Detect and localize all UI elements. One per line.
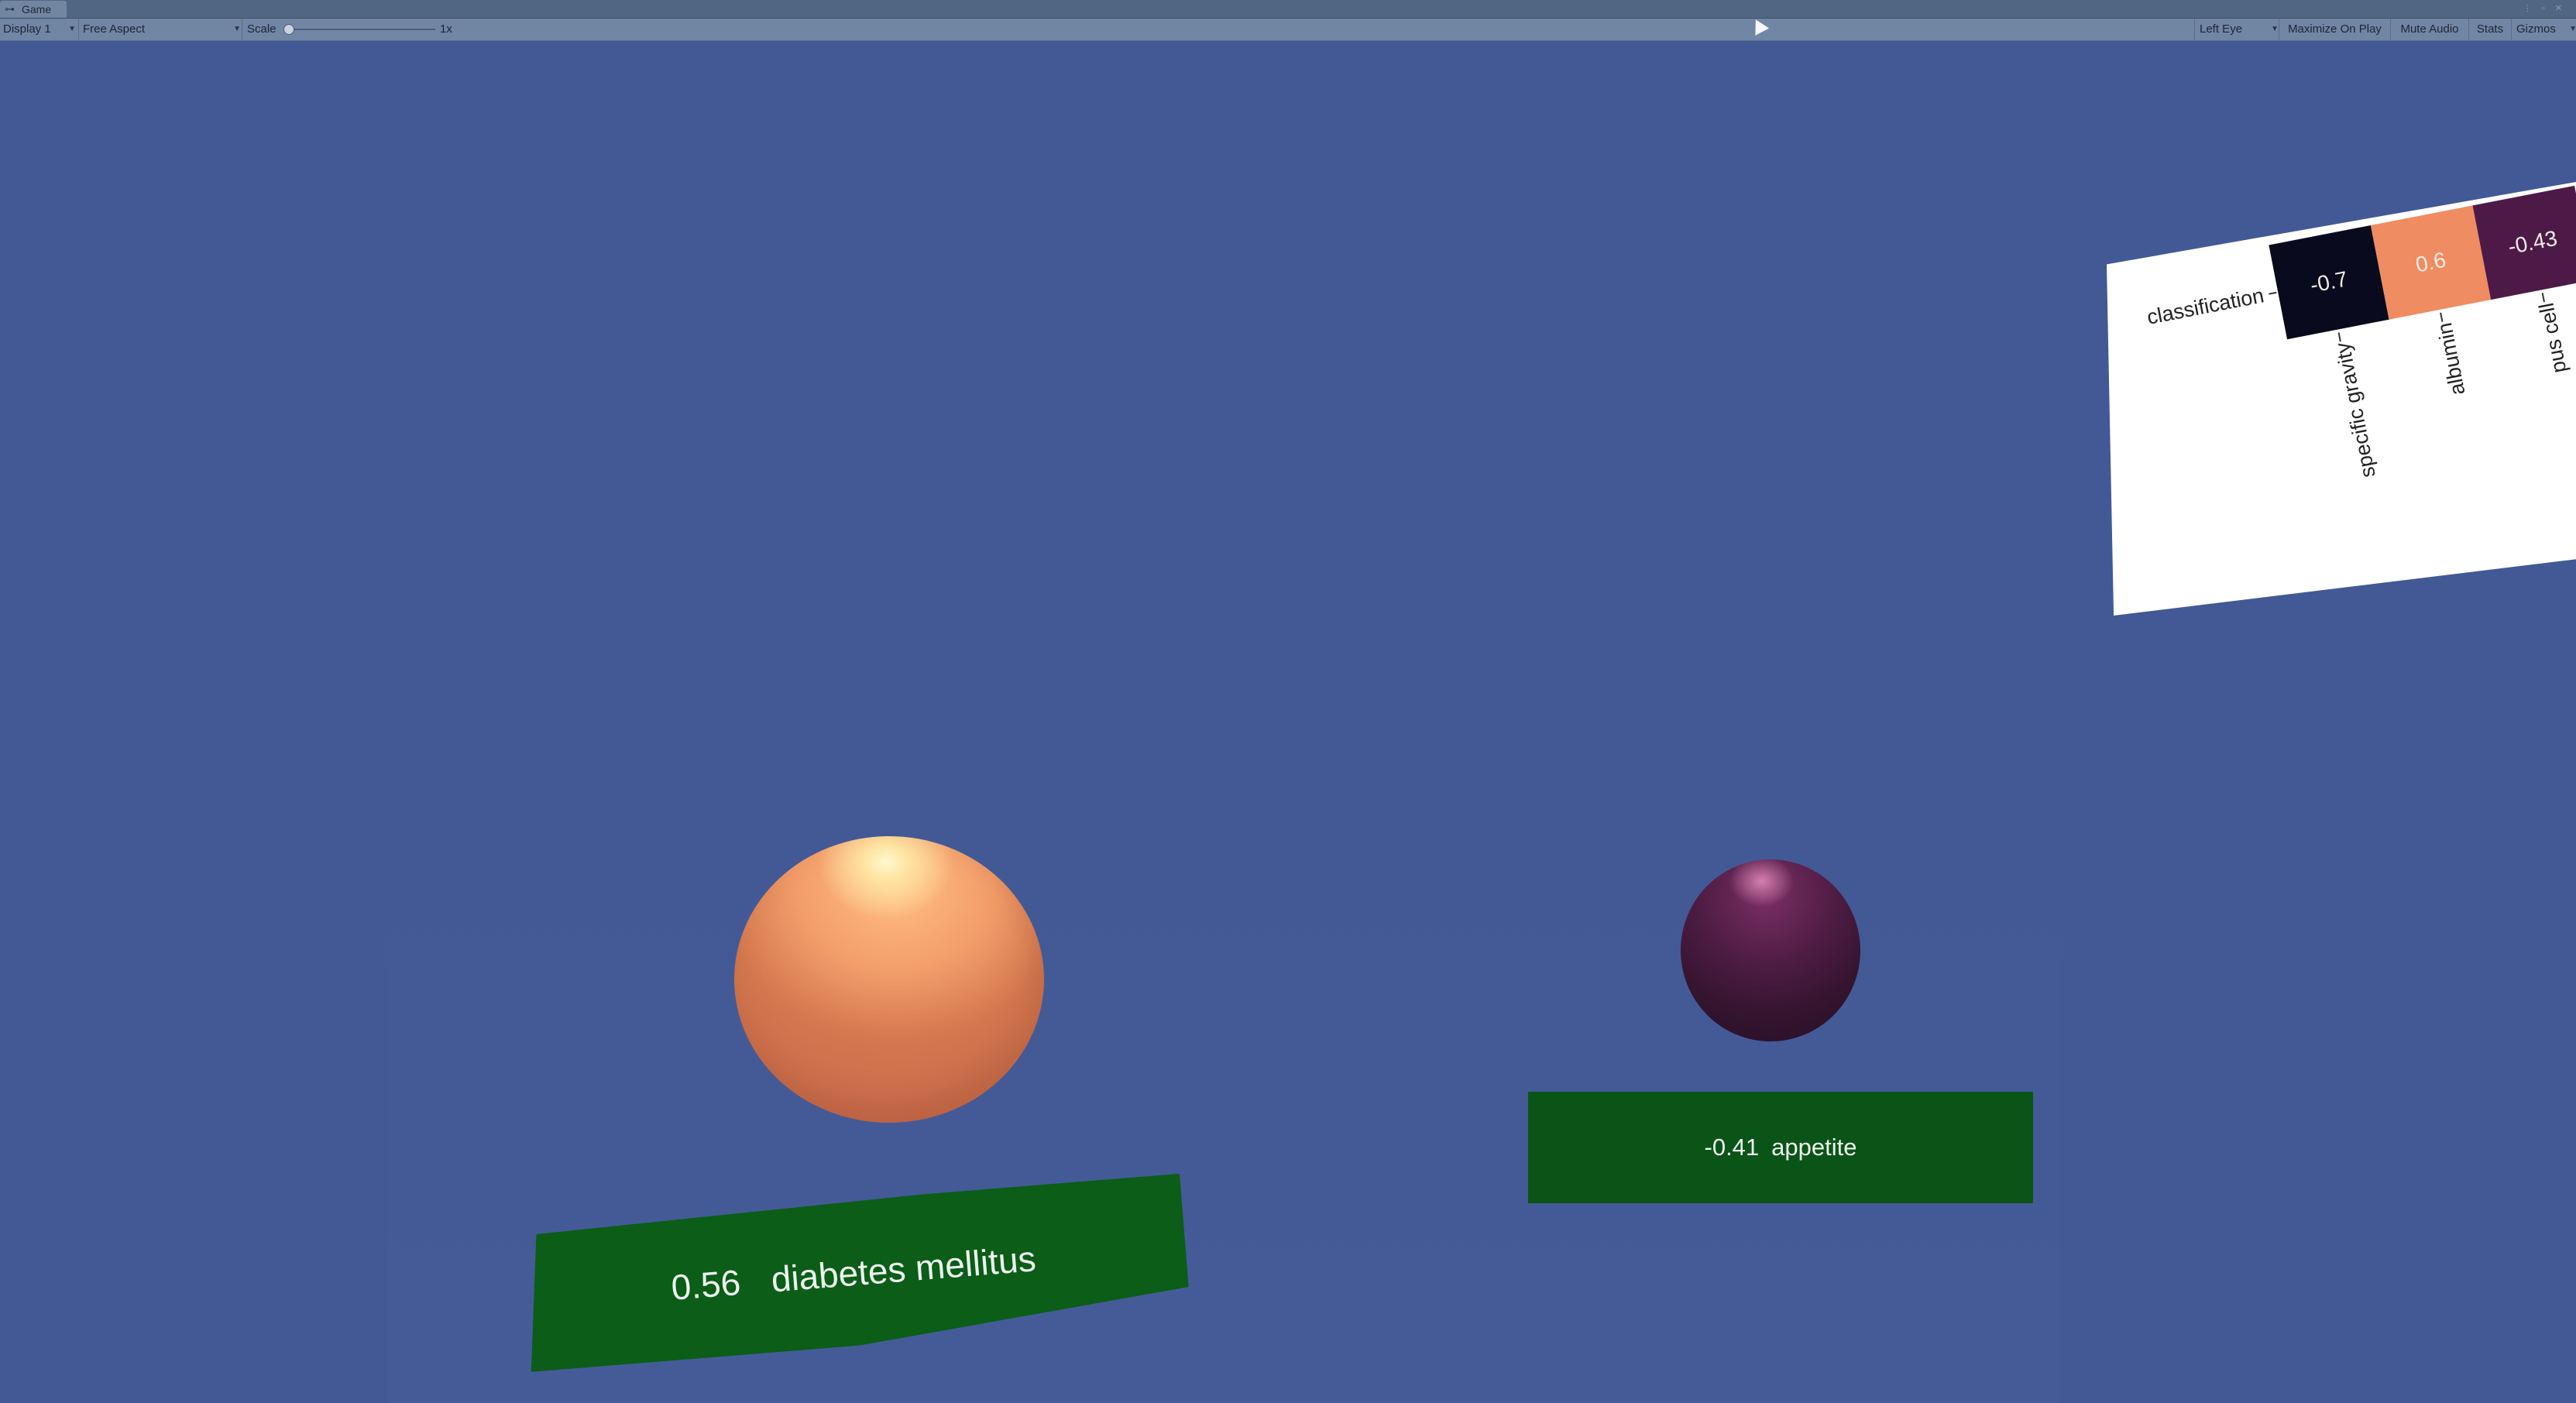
heatmap-cell-value: -0.43: [2506, 225, 2560, 259]
eye-dropdown-label: Left Eye: [2200, 22, 2243, 36]
scale-slider-track[interactable]: [288, 29, 435, 30]
display-dropdown[interactable]: Display 1 ▼: [0, 19, 81, 40]
stats-button[interactable]: Stats: [2468, 19, 2511, 40]
gamepad-icon: ⊶: [5, 3, 15, 15]
heatmap-col-tick: [2440, 312, 2444, 322]
diabetes-value: 0.56: [669, 1261, 743, 1308]
appetite-sphere: [1681, 859, 1860, 1041]
game-viewport[interactable]: [0, 41, 2576, 1403]
window-tab-bar: ⊶ Game ⋮ ▫ ✕: [0, 0, 2576, 19]
gizmos-dropdown-label: Gizmos: [2516, 22, 2556, 36]
maximize-on-play-button[interactable]: Maximize On Play: [2279, 19, 2390, 40]
scale-value: 1x: [440, 22, 452, 36]
chevron-down-icon: ▼: [68, 25, 76, 33]
heatmap-cell-specific-gravity: -0.7: [2269, 225, 2389, 340]
window-close-icon[interactable]: ✕: [2555, 4, 2562, 13]
window-menu-icon[interactable]: ⋮: [2523, 4, 2532, 13]
scale-slider-handle[interactable]: [283, 24, 294, 35]
diabetes-mellitus-sphere: [734, 836, 1044, 1123]
chevron-down-icon: ▼: [2569, 25, 2576, 33]
window-maximize-icon[interactable]: ▫: [2542, 4, 2545, 13]
diabetes-label: diabetes mellitus: [769, 1238, 1038, 1300]
eye-dropdown[interactable]: Left Eye ▼: [2194, 19, 2283, 40]
game-toolbar: Display 1 ▼ Free Aspect ▼ Scale 1x Left …: [0, 19, 2576, 41]
appetite-label-board: -0.41 appetite: [1528, 1092, 2033, 1203]
heatmap-col-label-pus-cell: pus cell: [2534, 300, 2571, 376]
heatmap-col-label-albumin: albumin: [2433, 321, 2470, 397]
chevron-down-icon: ▼: [2271, 25, 2279, 33]
chevron-down-icon: ▼: [233, 25, 241, 33]
heatmap-cell-albumin: 0.6: [2370, 205, 2492, 320]
appetite-value: -0.41: [1704, 1134, 1760, 1161]
tab-game-label: Game: [22, 3, 52, 15]
heatmap-col-tick: [2337, 332, 2341, 342]
scale-label: Scale: [247, 22, 276, 36]
heatmap-cell-value: -0.7: [2308, 266, 2350, 297]
heatmap-col-tick: [2541, 293, 2545, 303]
heatmap-row-label: classification: [2145, 283, 2266, 329]
tab-game[interactable]: ⊶ Game: [0, 1, 67, 18]
heatmap-cell-pus-cell: -0.43: [2472, 185, 2576, 300]
heatmap-cell-value: 0.6: [2413, 247, 2448, 277]
window-controls: ⋮ ▫ ✕: [2516, 0, 2562, 17]
heatmap-col-label-specific-gravity: specific gravity: [2330, 340, 2380, 480]
heatmap-row-tick: [2269, 291, 2277, 295]
aspect-dropdown[interactable]: Free Aspect ▼: [78, 19, 246, 40]
display-dropdown-label: Display 1: [3, 22, 51, 36]
gizmos-dropdown[interactable]: Gizmos ▼: [2511, 19, 2576, 40]
aspect-dropdown-label: Free Aspect: [83, 22, 146, 36]
appetite-label: appetite: [1771, 1134, 1857, 1161]
mute-audio-button[interactable]: Mute Audio: [2390, 19, 2468, 40]
